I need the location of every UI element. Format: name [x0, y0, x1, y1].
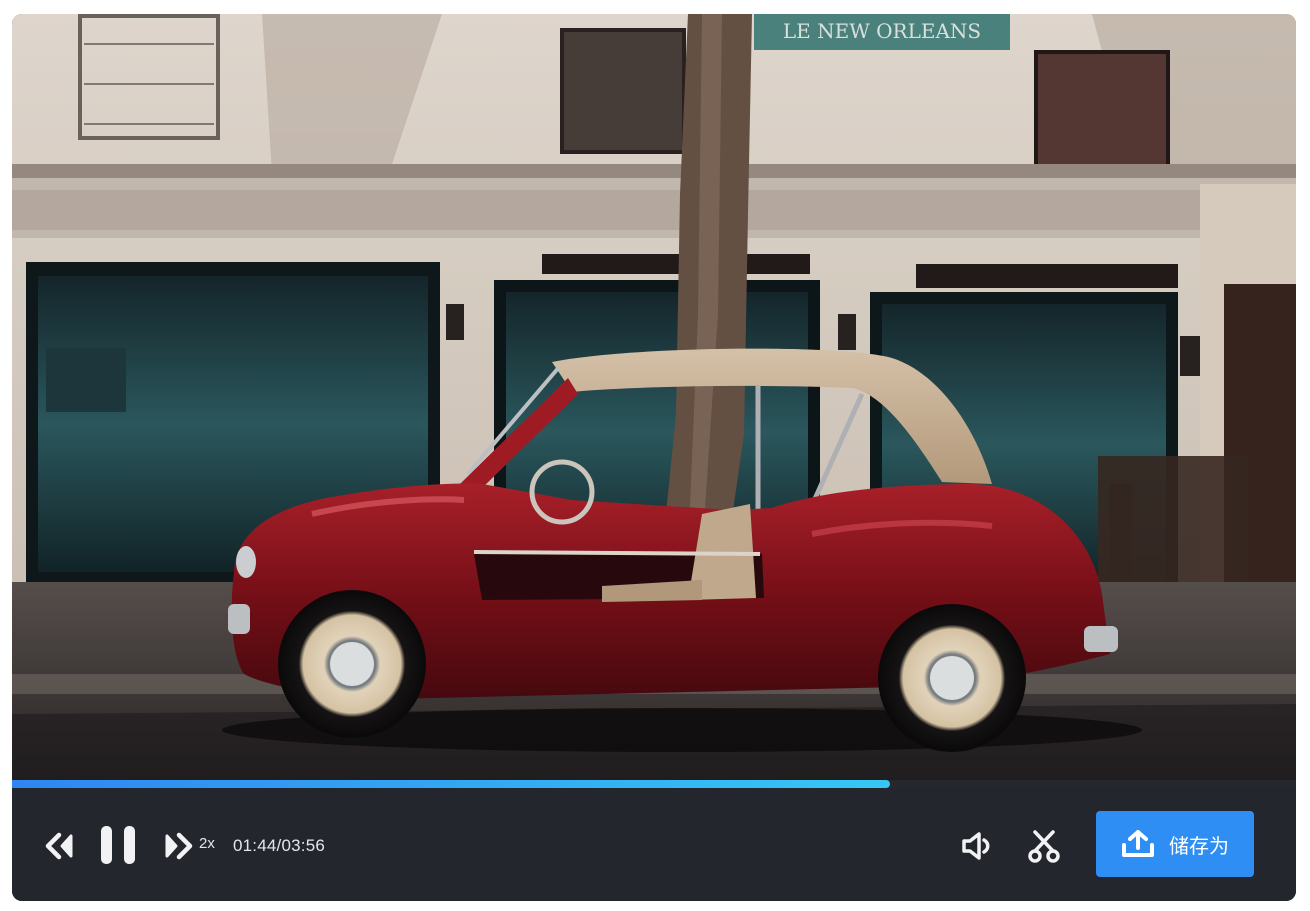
control-bar: 2x 01:44/03:56 储存为 [12, 788, 1296, 901]
scissors-icon [1028, 830, 1060, 863]
video-scene-image: LE NEW ORLEANS [12, 14, 1296, 788]
pause-icon [101, 826, 135, 864]
volume-button[interactable] [958, 826, 998, 866]
rewind-icon [45, 832, 73, 860]
upload-icon [1121, 830, 1155, 858]
progress-bar[interactable] [12, 780, 1296, 788]
save-as-button[interactable]: 储存为 [1096, 811, 1254, 877]
fast-forward-button[interactable] [160, 828, 196, 864]
time-total: 03:56 [281, 836, 326, 855]
progress-fill [12, 780, 890, 788]
save-as-label: 储存为 [1169, 835, 1229, 858]
rewind-button[interactable] [42, 828, 78, 864]
time-display: 01:44/03:56 [233, 836, 325, 856]
time-current: 01:44 [233, 836, 277, 855]
fast-forward-icon [165, 832, 193, 860]
volume-icon [962, 832, 990, 860]
cut-button[interactable] [1024, 824, 1064, 868]
video-frame[interactable]: LE NEW ORLEANS [12, 14, 1296, 788]
playback-rate[interactable]: 2x [199, 835, 215, 852]
pause-button[interactable] [98, 819, 138, 871]
video-player: LE NEW ORLEANS 2x 01:44/03:56 储存为 [12, 14, 1296, 901]
